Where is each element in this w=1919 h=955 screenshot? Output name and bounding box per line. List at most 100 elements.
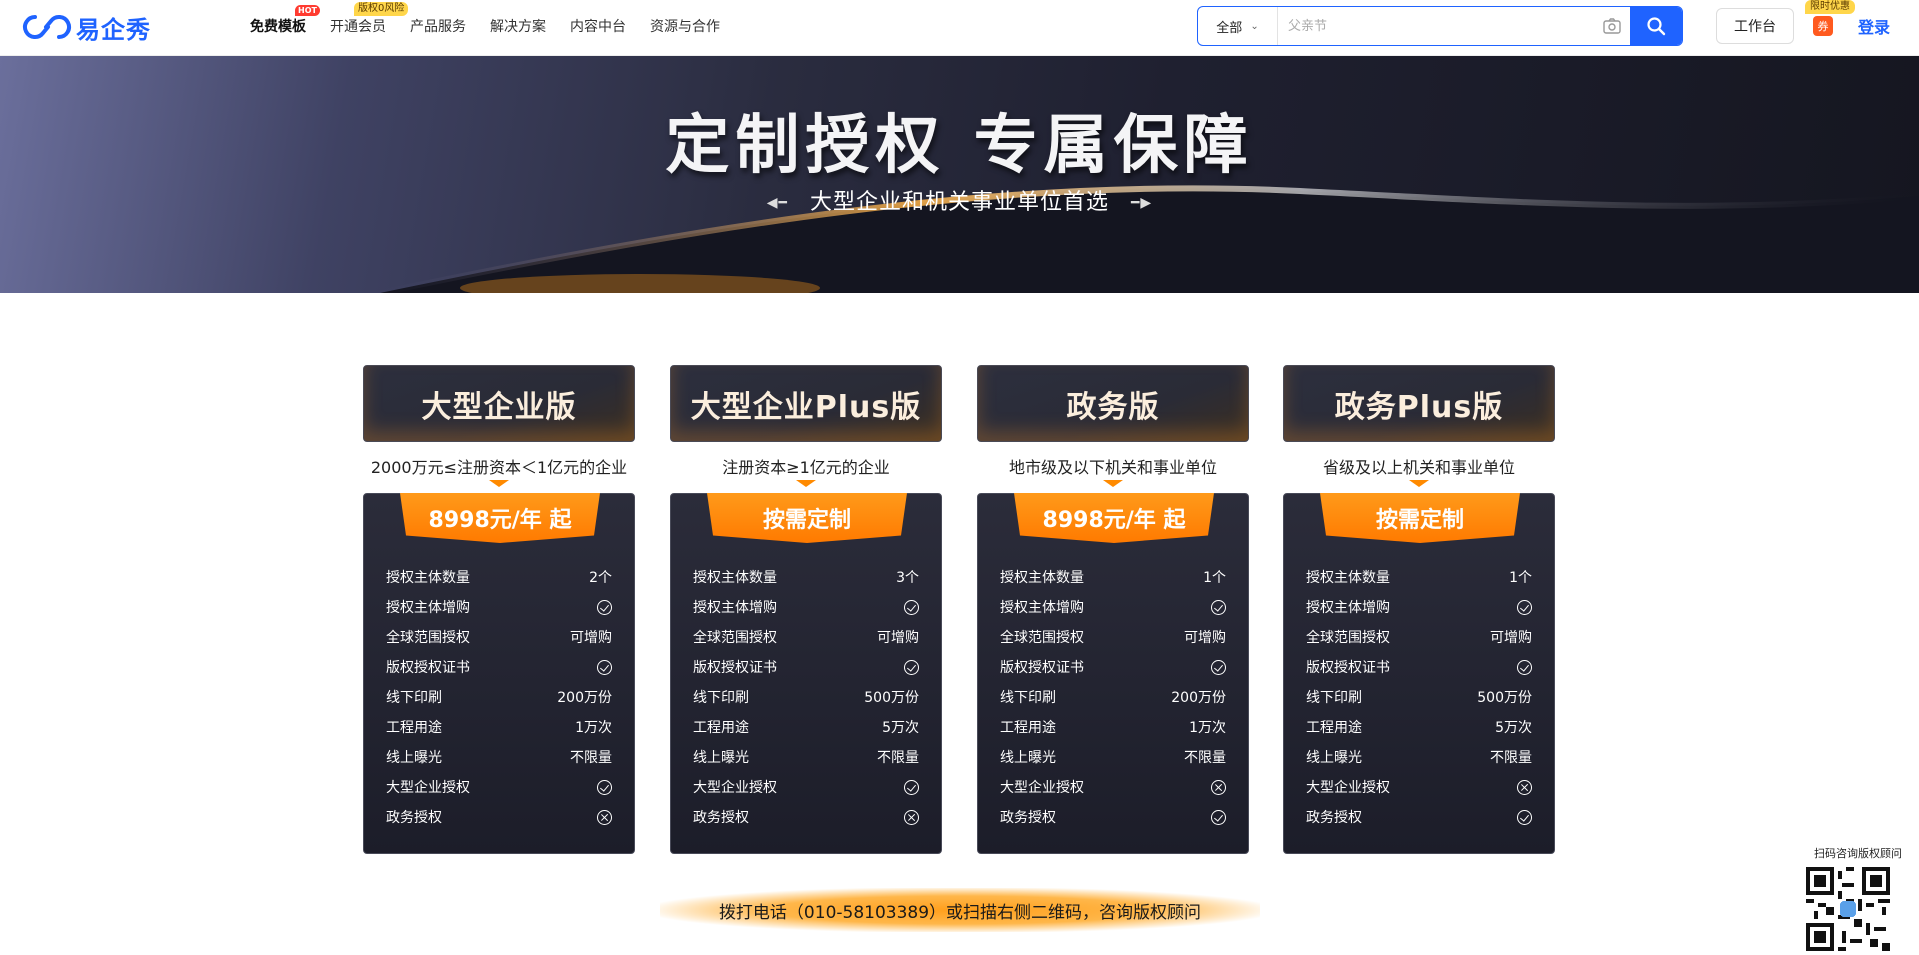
feature-row: 全球范围授权 可增购	[1306, 622, 1532, 652]
qr-label: 扫码咨询版权顾问	[1814, 847, 1902, 860]
feature-label: 授权主体数量	[693, 570, 777, 586]
feature-row: 工程用途 5万次	[1306, 712, 1532, 742]
feature-row: 版权授权证书	[386, 652, 612, 682]
feature-label: 线下印刷	[386, 690, 442, 706]
plan-card-government-plus[interactable]: 政务Plus版 省级及以上机关和事业单位 按需定制 授权主体数量 1个 授权主体增购…	[1283, 365, 1555, 854]
plan-title: 政务版	[977, 365, 1249, 442]
feature-row: 全球范围授权 可增购	[693, 622, 919, 652]
feature-value: 1万次	[575, 720, 612, 736]
nav-item-membership[interactable]: 开通会员 版权0风险	[330, 2, 409, 36]
logo[interactable]: 易企秀	[22, 12, 151, 44]
hero-banner: 定制授权 专属保障 ◀━ 大型企业和机关事业单位首选 ━▶	[0, 56, 1919, 293]
feature-row: 线上曝光 不限量	[1306, 742, 1532, 772]
plan-price: 按需定制	[707, 493, 907, 543]
feature-row: 政务授权	[693, 802, 919, 832]
feature-value: 可增购	[1184, 630, 1226, 646]
check-icon	[1211, 659, 1226, 675]
feature-value: 不限量	[1490, 750, 1532, 766]
feature-row: 版权授权证书	[693, 652, 919, 682]
plan-title: 大型企业Plus版	[670, 365, 942, 442]
plan-card-government[interactable]: 政务版 地市级及以下机关和事业单位 8998元/年 起 授权主体数量 1个 授权主体…	[977, 365, 1249, 854]
feature-row: 大型企业授权	[386, 772, 612, 802]
feature-label: 版权授权证书	[1000, 660, 1084, 676]
cross-icon	[597, 809, 612, 825]
feature-row: 授权主体数量 3个	[693, 562, 919, 592]
feature-value: 可增购	[877, 630, 919, 646]
nav-item-products[interactable]: 产品服务	[410, 16, 466, 36]
feature-row: 工程用途 1万次	[386, 712, 612, 742]
search-button[interactable]	[1630, 7, 1682, 45]
workbench-button[interactable]: 工作台	[1716, 8, 1794, 44]
feature-label: 授权主体数量	[386, 570, 470, 586]
feature-value: 3个	[896, 570, 919, 586]
feature-value: 2个	[589, 570, 612, 586]
feature-value: 可增购	[570, 630, 612, 646]
plan-body: 按需定制 授权主体数量 3个授权主体增购 全球范围授权 可增购版权授权证书线下印刷 50…	[670, 493, 942, 854]
nav-item-solutions[interactable]: 解决方案	[490, 16, 546, 36]
nav-item-free-templates[interactable]: 免费模板 HOT	[250, 5, 320, 36]
search-category-select[interactable]: 全部 ⌄	[1198, 7, 1278, 45]
plan-card-enterprise[interactable]: 大型企业版 2000万元≤注册资本＜1亿元的企业 8998元/年 起 授权主体数…	[363, 365, 635, 854]
feature-row: 授权主体增购	[386, 592, 612, 622]
check-icon	[597, 599, 612, 615]
feature-label: 版权授权证书	[386, 660, 470, 676]
plan-price: 8998元/年 起	[400, 493, 600, 543]
feature-value: 1个	[1509, 570, 1532, 586]
feature-label: 线上曝光	[1306, 750, 1362, 766]
main-menu: 免费模板 HOT 开通会员 版权0风险 产品服务 解决方案 内容中台 资源与合作	[250, 0, 744, 52]
feature-value: 500万份	[1477, 690, 1532, 706]
coupon-icon[interactable]: 券	[1813, 16, 1833, 36]
feature-row: 授权主体增购	[693, 592, 919, 622]
plan-card-enterprise-plus[interactable]: 大型企业Plus版 注册资本≥1亿元的企业 按需定制 授权主体数量 3个 授权主体增…	[670, 365, 942, 854]
plan-body: 按需定制 授权主体数量 1个 授权主体增购 全球范围授权 可增购 版权授权证书 线下印刷 50…	[1283, 493, 1555, 854]
feature-row: 政务授权	[1306, 802, 1532, 832]
plan-price: 8998元/年 起	[1014, 493, 1214, 543]
feature-value: 1万次	[1189, 720, 1226, 736]
feature-row: 线上曝光 不限量	[386, 742, 612, 772]
nav-item-content-hub[interactable]: 内容中台	[570, 16, 626, 36]
feature-label: 授权主体增购	[693, 600, 777, 616]
feature-value: 1个	[1203, 570, 1226, 586]
feature-row: 线上曝光 不限量	[693, 742, 919, 772]
login-link[interactable]: 登录	[1858, 14, 1890, 38]
feature-row: 授权主体数量 1个	[1000, 562, 1226, 592]
feature-row: 政务授权	[1000, 802, 1226, 832]
search-input[interactable]	[1278, 7, 1594, 45]
feature-row: 授权主体数量 1个	[1306, 562, 1532, 592]
feature-label: 版权授权证书	[693, 660, 777, 676]
feature-value: 可增购	[1490, 630, 1532, 646]
qr-code-icon[interactable]	[1806, 867, 1890, 951]
hot-badge: HOT	[295, 5, 320, 16]
feature-label: 线下印刷	[1306, 690, 1362, 706]
feature-row: 授权主体增购	[1306, 592, 1532, 622]
camera-icon[interactable]	[1594, 7, 1630, 45]
feature-label: 全球范围授权	[1306, 630, 1390, 646]
feature-value: 200万份	[557, 690, 612, 706]
limited-offer-badge: 限时优惠	[1805, 0, 1855, 14]
cross-icon	[904, 809, 919, 825]
feature-label: 线下印刷	[1000, 690, 1056, 706]
arrow-right-icon: ━▶	[1131, 195, 1153, 211]
feature-label: 政务授权	[1306, 810, 1362, 826]
feature-label: 全球范围授权	[693, 630, 777, 646]
chevron-down-icon: ⌄	[1250, 20, 1259, 32]
feature-label: 工程用途	[1306, 720, 1362, 736]
feature-row: 授权主体增购	[1000, 592, 1226, 622]
feature-row: 线下印刷 500万份	[693, 682, 919, 712]
plan-description: 地市级及以下机关和事业单位	[1008, 458, 1217, 477]
plan-body: 8998元/年 起 授权主体数量 2个 授权主体增购 全球范围授权 可增购 版权授权证书线…	[363, 493, 635, 854]
feature-value: 5万次	[1495, 720, 1532, 736]
feature-list: 授权主体数量 3个 授权主体增购 全球范围授权 可增购 版权授权证书 线下印刷 500万份 工程…	[693, 562, 919, 832]
cross-icon	[1211, 779, 1226, 795]
logo-text: 易企秀	[76, 15, 151, 44]
feature-label: 政务授权	[386, 810, 442, 826]
check-icon	[597, 659, 612, 675]
feature-label: 工程用途	[1000, 720, 1056, 736]
nav-item-resources[interactable]: 资源与合作	[650, 16, 720, 36]
feature-list: 授权主体数量 1个 授权主体增购 全球范围授权 可增购 版权授权证书 线下印刷 200万份 工程…	[1000, 562, 1226, 832]
plan-description: 省级及以上机关和事业单位	[1322, 458, 1515, 477]
plan-title: 政务Plus版	[1283, 365, 1555, 442]
feature-row: 版权授权证书	[1000, 652, 1226, 682]
check-icon	[1211, 599, 1226, 615]
pointer-triangle	[489, 480, 509, 487]
